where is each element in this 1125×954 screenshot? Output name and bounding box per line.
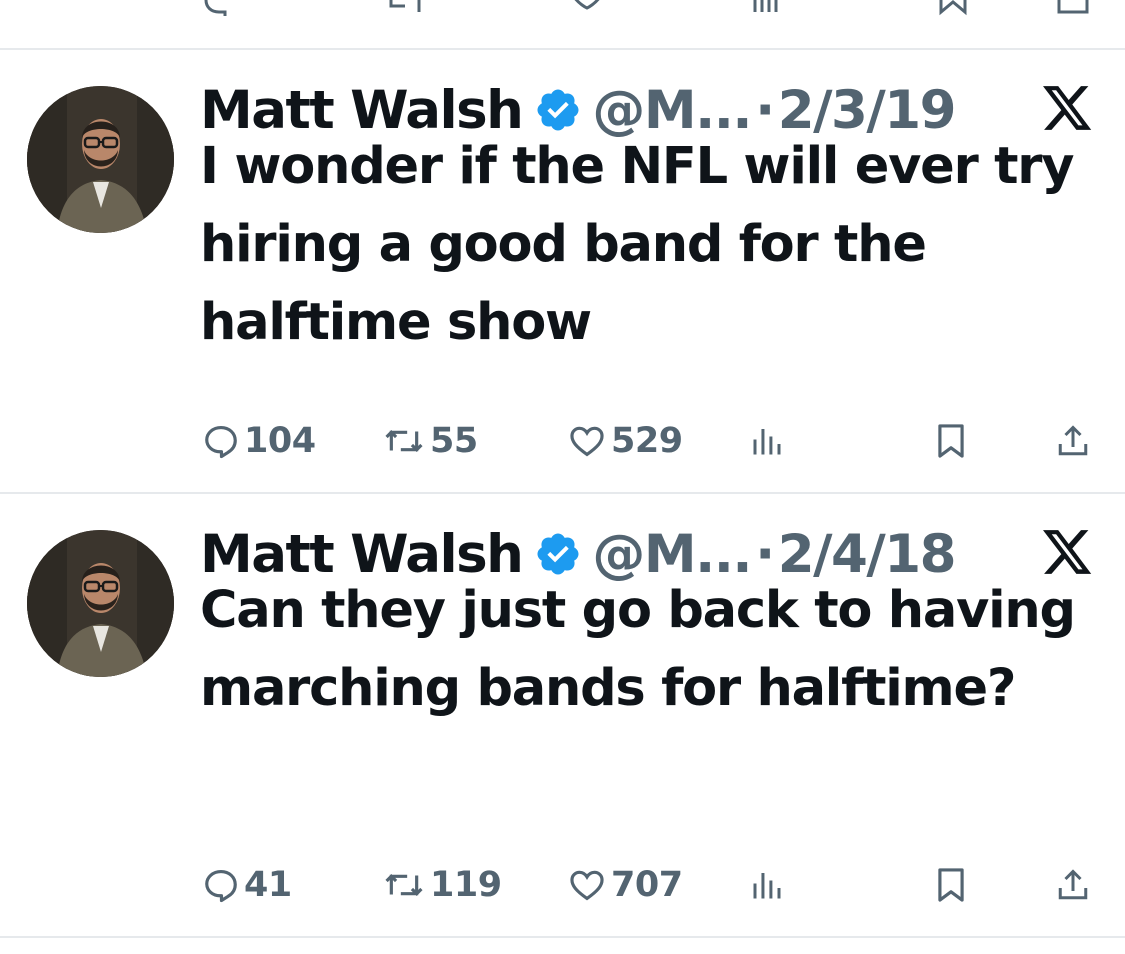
reply-icon <box>202 866 240 904</box>
views-button[interactable] <box>749 418 785 464</box>
reply-count: 41 <box>244 865 292 905</box>
reply-icon[interactable] <box>203 0 237 16</box>
reply-icon <box>202 422 240 460</box>
tweet-actions: 104 55 529 <box>0 418 1125 464</box>
views-icon <box>749 422 785 460</box>
retweet-icon[interactable] <box>385 0 425 16</box>
heart-icon <box>567 422 607 460</box>
tweet-divider <box>0 936 1125 938</box>
tweet[interactable]: Matt Walsh @M... · 2/4/18 Can they just … <box>0 494 1125 936</box>
like-count: 529 <box>611 421 683 461</box>
share-icon[interactable] <box>1056 0 1090 16</box>
retweet-count: 119 <box>430 865 502 905</box>
bookmark-icon <box>935 866 967 904</box>
previous-tweet-actions <box>0 0 1125 16</box>
share-button[interactable] <box>1055 418 1091 464</box>
tweet-actions: 41 119 707 <box>0 862 1125 908</box>
reply-button[interactable]: 104 <box>202 418 316 464</box>
verified-badge-icon <box>534 530 582 578</box>
like-count: 707 <box>611 865 683 905</box>
views-icon[interactable] <box>752 0 782 16</box>
bookmark-button[interactable] <box>935 862 967 908</box>
tweet[interactable]: Matt Walsh @M... · 2/3/19 I wonder if th… <box>0 50 1125 492</box>
tweet-text: I wonder if the NFL will ever try hiring… <box>200 137 1074 352</box>
verified-badge-icon <box>534 86 582 134</box>
views-icon <box>749 866 785 904</box>
bookmark-button[interactable] <box>935 418 967 464</box>
retweet-count: 55 <box>430 421 478 461</box>
avatar[interactable] <box>27 86 174 233</box>
avatar[interactable] <box>27 530 174 677</box>
heart-icon[interactable] <box>568 0 606 16</box>
views-button[interactable] <box>749 862 785 908</box>
reply-button[interactable]: 41 <box>202 862 292 908</box>
bookmark-icon[interactable] <box>938 0 968 16</box>
like-button[interactable]: 707 <box>567 862 683 908</box>
share-icon <box>1055 866 1091 904</box>
bookmark-icon <box>935 422 967 460</box>
retweet-icon <box>382 866 426 904</box>
like-button[interactable]: 529 <box>567 418 683 464</box>
share-button[interactable] <box>1055 862 1091 908</box>
heart-icon <box>567 866 607 904</box>
retweet-button[interactable]: 119 <box>382 862 502 908</box>
share-icon <box>1055 422 1091 460</box>
tweet-text: Can they just go back to having marching… <box>200 581 1076 718</box>
retweet-button[interactable]: 55 <box>382 418 478 464</box>
reply-count: 104 <box>244 421 316 461</box>
retweet-icon <box>382 422 426 460</box>
